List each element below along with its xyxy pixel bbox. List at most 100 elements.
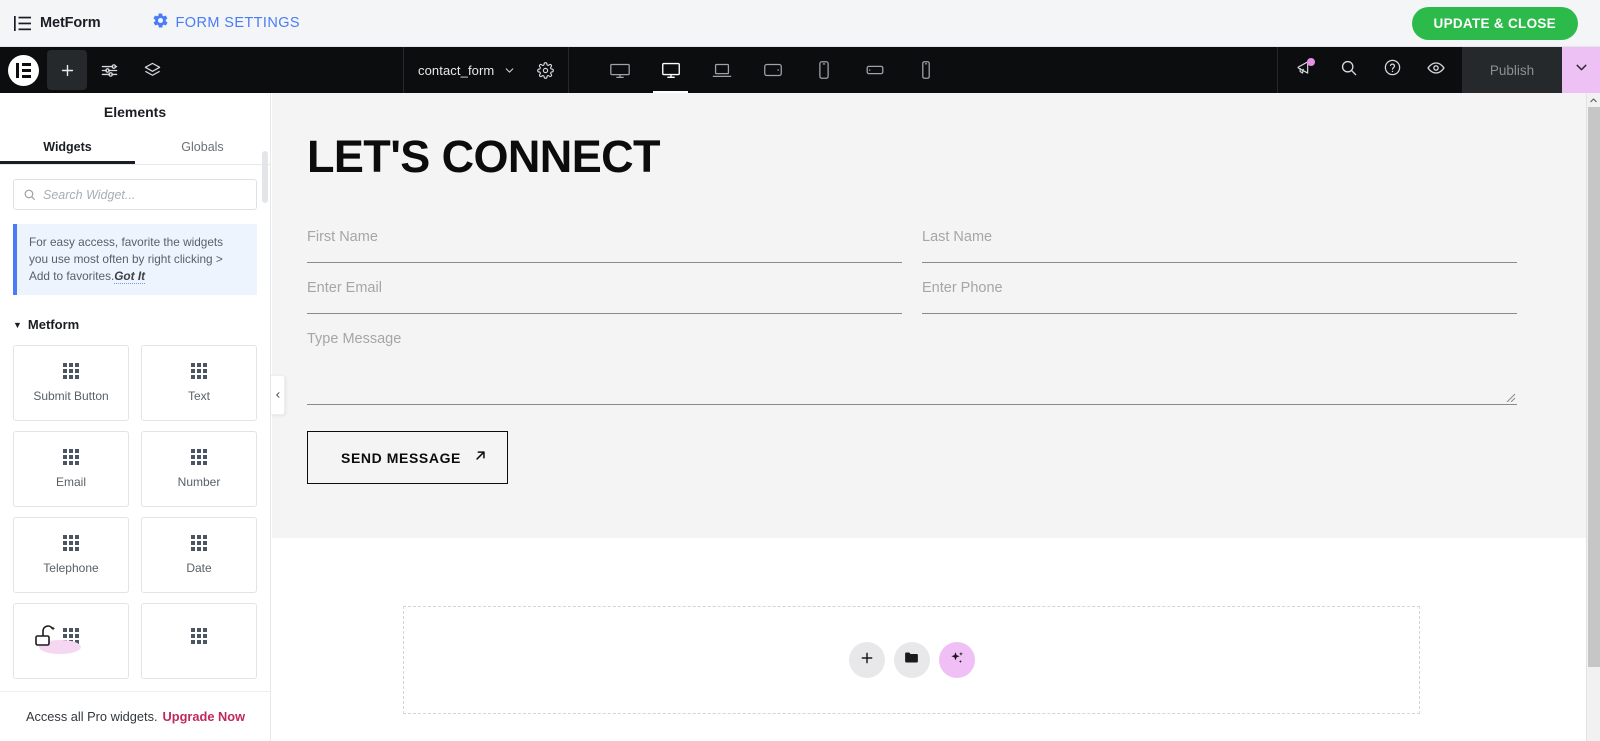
- form-settings-button[interactable]: FORM SETTINGS: [152, 12, 300, 34]
- device-tablet-landscape[interactable]: [849, 47, 900, 93]
- upgrade-now-link[interactable]: Upgrade Now: [163, 709, 245, 724]
- panel-footer: Access all Pro widgets. Upgrade Now: [0, 691, 270, 741]
- favorites-notice: For easy access, favorite the widgets yo…: [13, 224, 257, 296]
- scrollbar-up-arrow[interactable]: [1587, 93, 1600, 107]
- phone-placeholder: Enter Phone: [922, 280, 1003, 296]
- chevron-down-icon: [1573, 59, 1590, 81]
- add-new-section-button[interactable]: [848, 642, 885, 678]
- page-title: LET'S CONNECT: [307, 131, 661, 182]
- finder-search-button[interactable]: [1326, 47, 1370, 93]
- document-name: contact_form: [418, 62, 495, 78]
- whats-new-badge: [1307, 58, 1315, 66]
- whats-new-button[interactable]: [1282, 47, 1326, 93]
- form-settings-label: FORM SETTINGS: [175, 15, 300, 31]
- panel-tabs: Widgets Globals: [0, 131, 270, 165]
- last-name-placeholder: Last Name: [922, 229, 993, 245]
- search-icon: [1339, 58, 1358, 82]
- email-field[interactable]: Enter Email: [307, 262, 902, 314]
- phone-field[interactable]: Enter Phone: [922, 262, 1517, 314]
- grid-9-icon: [191, 535, 207, 552]
- toolbar-utility-icons: [1277, 47, 1462, 93]
- add-element-button[interactable]: [47, 50, 87, 90]
- device-tablet[interactable]: [747, 47, 798, 93]
- site-settings-button[interactable]: [88, 47, 131, 93]
- favorites-notice-got-it[interactable]: Got It: [114, 268, 146, 284]
- toolbar-right-group: Publish: [1277, 47, 1600, 93]
- widget-telephone[interactable]: Telephone: [13, 517, 129, 594]
- send-message-label: SEND MESSAGE: [341, 449, 461, 466]
- question-circle-icon: [1383, 58, 1402, 82]
- widget-label: Submit Button: [33, 389, 109, 404]
- folder-icon: [903, 649, 920, 671]
- widget-email[interactable]: Email: [13, 431, 129, 508]
- device-mobile-extra[interactable]: [900, 47, 951, 93]
- document-settings-gear-icon[interactable]: [537, 61, 555, 79]
- elementor-logo-icon: [7, 54, 39, 86]
- elementor-toolbar: contact_form Publish: [0, 47, 1600, 93]
- message-placeholder: Type Message: [307, 331, 402, 347]
- elementor-menu-button[interactable]: [0, 47, 46, 93]
- chevron-down-icon[interactable]: [503, 64, 516, 77]
- scrollbar-thumb[interactable]: [1588, 107, 1600, 667]
- preview-button[interactable]: [1414, 47, 1458, 93]
- textarea-resize-handle[interactable]: [1504, 390, 1516, 402]
- panel-title: Elements: [103, 104, 167, 120]
- add-template-button[interactable]: [893, 642, 930, 678]
- device-preview-switcher: [594, 47, 951, 93]
- grid-9-icon: [63, 363, 79, 380]
- list-lines-icon: [14, 15, 31, 31]
- search-input[interactable]: [43, 180, 256, 209]
- update-and-close-button[interactable]: UPDATE & CLOSE: [1411, 7, 1578, 40]
- publish-button[interactable]: Publish: [1462, 47, 1562, 93]
- metform-brand-label: MetForm: [40, 15, 101, 31]
- widget-text[interactable]: Text: [141, 345, 257, 422]
- widget-label: Email: [55, 475, 86, 490]
- tab-widgets[interactable]: Widgets: [0, 131, 135, 164]
- widget-grid: Submit Button Text Email Number Telephon…: [13, 345, 257, 680]
- widget-number[interactable]: Number: [141, 431, 257, 508]
- widget-partial-right[interactable]: [141, 603, 257, 680]
- category-name: Metform: [27, 317, 80, 333]
- chevron-left-icon: [274, 386, 282, 404]
- device-desktop[interactable]: [645, 47, 696, 93]
- grid-9-icon: [63, 449, 79, 466]
- panel-footer-text: Access all Pro widgets.: [25, 709, 158, 724]
- canvas-scrollbar[interactable]: [1586, 93, 1600, 741]
- grid-9-icon: [191, 363, 207, 380]
- navigator-button[interactable]: [131, 47, 174, 93]
- widget-label: Date: [186, 561, 212, 576]
- widget-label: Number: [177, 475, 221, 490]
- first-name-placeholder: First Name: [307, 229, 378, 245]
- widget-submit-button[interactable]: Submit Button: [13, 345, 129, 422]
- plus-icon: [859, 650, 875, 671]
- unlock-illustration-icon: [32, 620, 82, 659]
- sparkle-icon: [948, 649, 966, 672]
- device-widescreen[interactable]: [594, 47, 645, 93]
- category-header-metform[interactable]: ▼ Metform: [13, 317, 257, 332]
- grid-9-icon: [191, 449, 207, 466]
- eye-icon: [1426, 58, 1446, 83]
- first-name-field[interactable]: First Name: [307, 211, 902, 263]
- metform-top-bar: MetForm FORM SETTINGS UPDATE & CLOSE: [0, 0, 1600, 47]
- widget-partial-left[interactable]: [13, 603, 129, 680]
- widget-date[interactable]: Date: [141, 517, 257, 594]
- widget-search-box[interactable]: [13, 179, 257, 210]
- last-name-field[interactable]: Last Name: [922, 211, 1517, 263]
- ai-builder-button[interactable]: [938, 642, 975, 678]
- help-button[interactable]: [1370, 47, 1414, 93]
- device-mobile[interactable]: [798, 47, 849, 93]
- send-message-button[interactable]: SEND MESSAGE: [307, 431, 508, 484]
- arrow-up-right-icon: [473, 448, 488, 468]
- message-textarea[interactable]: Type Message: [307, 313, 1517, 405]
- caret-down-icon: ▼: [13, 319, 22, 330]
- document-selector[interactable]: contact_form: [403, 47, 570, 93]
- publish-options-button[interactable]: [1562, 47, 1600, 93]
- tab-globals[interactable]: Globals: [135, 131, 270, 164]
- grid-9-icon: [63, 535, 79, 552]
- panel-collapse-handle[interactable]: [271, 375, 285, 415]
- elements-panel: Elements Widgets Globals For easy access…: [0, 93, 271, 741]
- panel-scrollbar-thumb[interactable]: [262, 151, 268, 203]
- add-section-dropzone[interactable]: [403, 606, 1420, 714]
- device-laptop[interactable]: [696, 47, 747, 93]
- widget-label: Text: [187, 389, 210, 404]
